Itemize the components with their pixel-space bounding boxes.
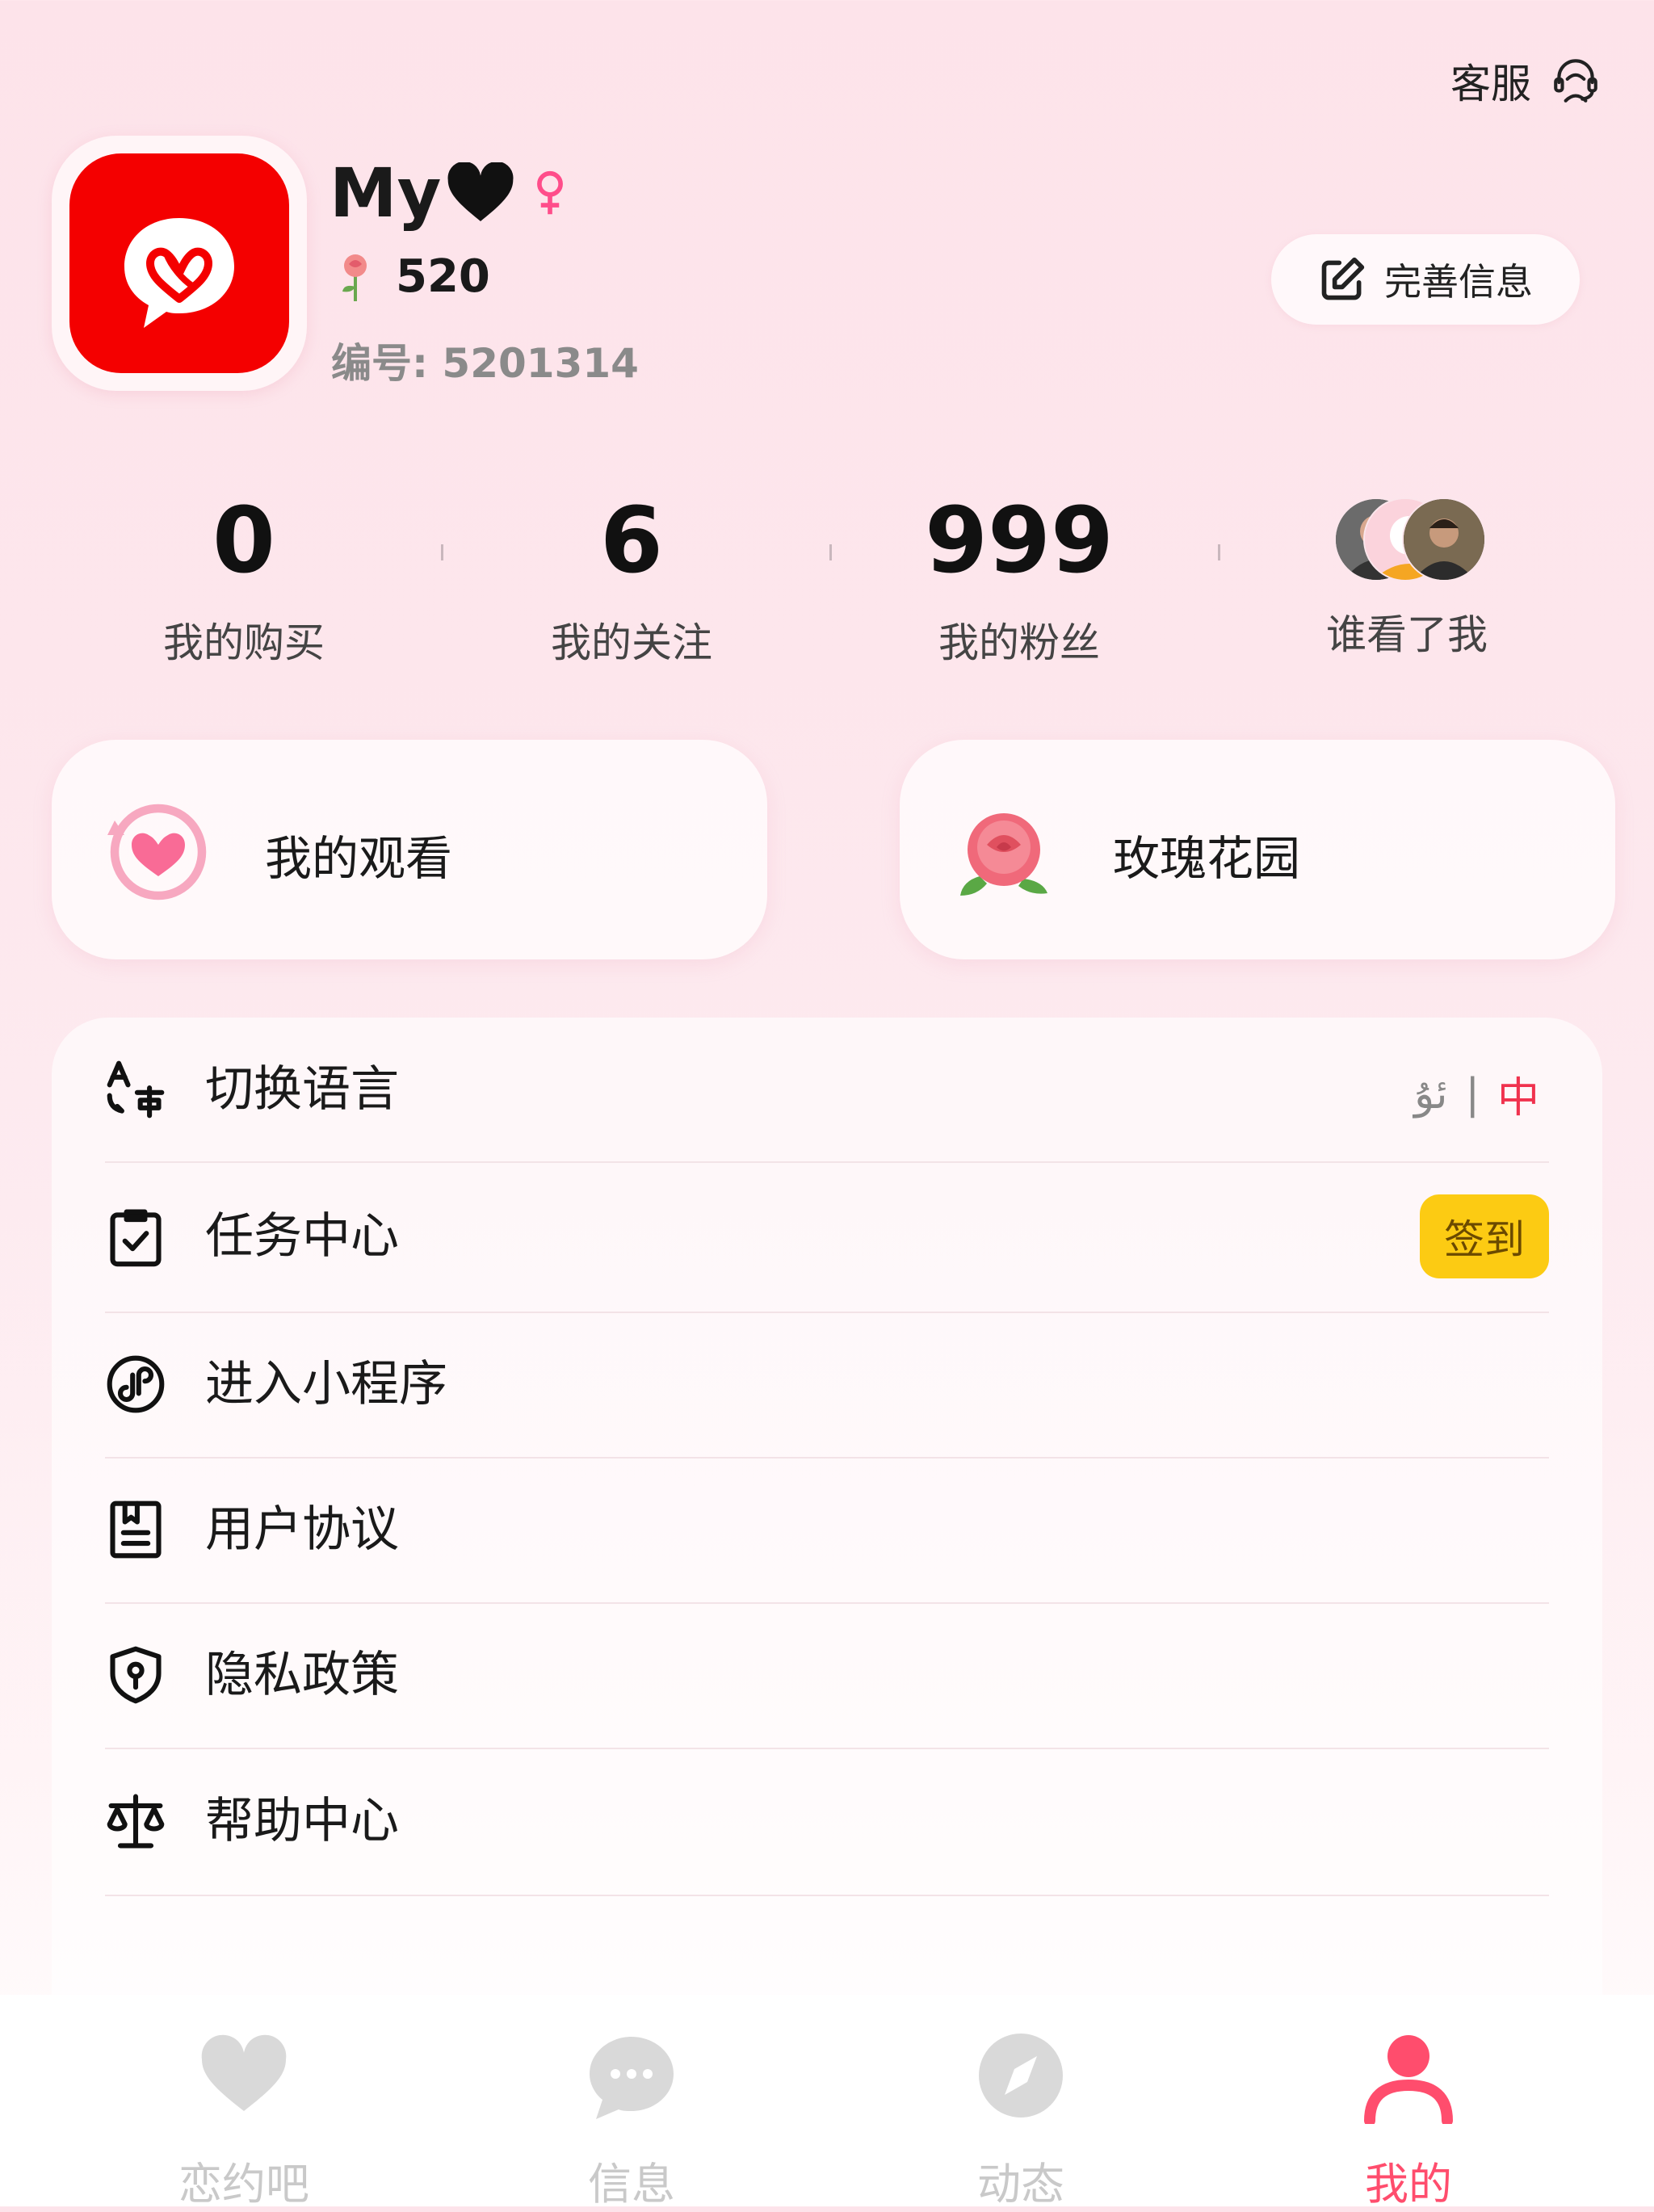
- edit-icon: [1321, 257, 1365, 300]
- nickname-text: My: [330, 153, 442, 233]
- rose-count-value: 520: [396, 250, 490, 303]
- menu-item-user-agreement-label: 用户协议: [205, 1501, 399, 1558]
- scale-icon: [107, 1794, 165, 1849]
- menu-item-mini-program[interactable]: 进入小程序: [105, 1312, 1549, 1459]
- headset-icon: [1554, 59, 1597, 103]
- agreement-icon: [110, 1501, 162, 1559]
- user-id: 编号: 5201314: [331, 340, 639, 387]
- rose-small-icon: [342, 254, 367, 301]
- stat-fans[interactable]: 999 我的粉丝: [825, 485, 1213, 669]
- menu-item-privacy-policy-label: 隐私政策: [205, 1647, 399, 1703]
- language-separator: |: [1465, 1069, 1480, 1119]
- stat-purchases[interactable]: 0 我的购买: [50, 485, 438, 669]
- rose-garden-label: 玫瑰花园: [1113, 831, 1301, 886]
- chat-bubble-icon: [590, 2037, 674, 2119]
- stat-following-label: 我的关注: [551, 619, 712, 666]
- rose-garden-card[interactable]: 玫瑰花园: [900, 740, 1615, 959]
- love-chat-logo-icon: [124, 205, 234, 328]
- rose-icon: [960, 813, 1047, 896]
- app-logo: [69, 153, 289, 373]
- tab-dating[interactable]: 恋约吧: [123, 2027, 365, 2212]
- avatar[interactable]: [52, 136, 307, 391]
- black-heart-icon: [447, 162, 514, 221]
- my-watch-card[interactable]: 我的观看: [52, 740, 767, 959]
- edit-profile-button[interactable]: 完善信息: [1271, 234, 1580, 325]
- person-icon: [1364, 2035, 1453, 2124]
- checkin-button[interactable]: 签到: [1420, 1194, 1549, 1278]
- settings-menu: 切换语言 ئۇ | 中 任务中心 签到 进入小程序 用户协议 隐私政策 帮助中心: [52, 1018, 1602, 2067]
- menu-item-help-center[interactable]: 帮助中心: [105, 1748, 1549, 1896]
- nickname: My: [330, 153, 569, 233]
- viewer-avatar: [1402, 497, 1486, 581]
- menu-item-mini-program-label: 进入小程序: [205, 1356, 447, 1412]
- menu-item-task-center-label: 任务中心: [205, 1208, 399, 1265]
- bottom-tab-bar: 恋约吧 信息 动态 我的: [0, 1995, 1654, 2210]
- stat-fans-value: 999: [925, 489, 1114, 594]
- stat-purchases-label: 我的购买: [163, 619, 325, 666]
- who-viewed-me-label: 谁看了我: [1326, 611, 1488, 658]
- tab-messages[interactable]: 信息: [510, 2027, 753, 2212]
- tab-dating-label: 恋约吧: [178, 2159, 309, 2210]
- customer-service-button[interactable]: 客服: [1450, 52, 1602, 110]
- stat-following-value: 6: [600, 489, 663, 594]
- tab-mine-label: 我的: [1365, 2159, 1452, 2210]
- shield-icon: [110, 1646, 162, 1704]
- menu-item-help-center-label: 帮助中心: [205, 1793, 399, 1849]
- menu-item-language[interactable]: 切换语言 ئۇ | 中: [105, 1018, 1549, 1163]
- clipboard-check-icon: [110, 1209, 162, 1267]
- stat-fans-label: 我的粉丝: [938, 619, 1100, 666]
- heart-replay-icon: [107, 804, 207, 900]
- stat-following[interactable]: 6 我的关注: [438, 485, 825, 669]
- language-switch: ئۇ | 中: [1414, 1064, 1539, 1124]
- viewer-avatars: [1334, 497, 1486, 581]
- edit-profile-label: 完善信息: [1384, 260, 1533, 304]
- menu-item-privacy-policy[interactable]: 隐私政策: [105, 1602, 1549, 1749]
- tab-moments[interactable]: 动态: [900, 2027, 1142, 2212]
- mini-program-icon: [107, 1355, 165, 1413]
- translate-icon: [107, 1060, 165, 1119]
- female-gender-icon: [537, 170, 564, 215]
- my-watch-label: 我的观看: [265, 831, 453, 886]
- heart-icon: [201, 2034, 287, 2111]
- menu-item-user-agreement[interactable]: 用户协议: [105, 1457, 1549, 1604]
- tab-messages-label: 信息: [588, 2159, 675, 2210]
- tab-mine[interactable]: 我的: [1287, 2027, 1530, 2212]
- tab-moments-label: 动态: [977, 2159, 1064, 2210]
- language-option-chinese[interactable]: 中: [1497, 1064, 1539, 1124]
- menu-item-language-label: 切换语言: [205, 1061, 399, 1118]
- compass-icon: [979, 2034, 1063, 2118]
- customer-service-label: 客服: [1450, 61, 1531, 107]
- rose-count: 520: [334, 250, 490, 303]
- menu-item-task-center[interactable]: 任务中心 签到: [105, 1161, 1549, 1313]
- language-option-uyghur[interactable]: ئۇ: [1414, 1070, 1447, 1119]
- stat-purchases-value: 0: [212, 489, 275, 594]
